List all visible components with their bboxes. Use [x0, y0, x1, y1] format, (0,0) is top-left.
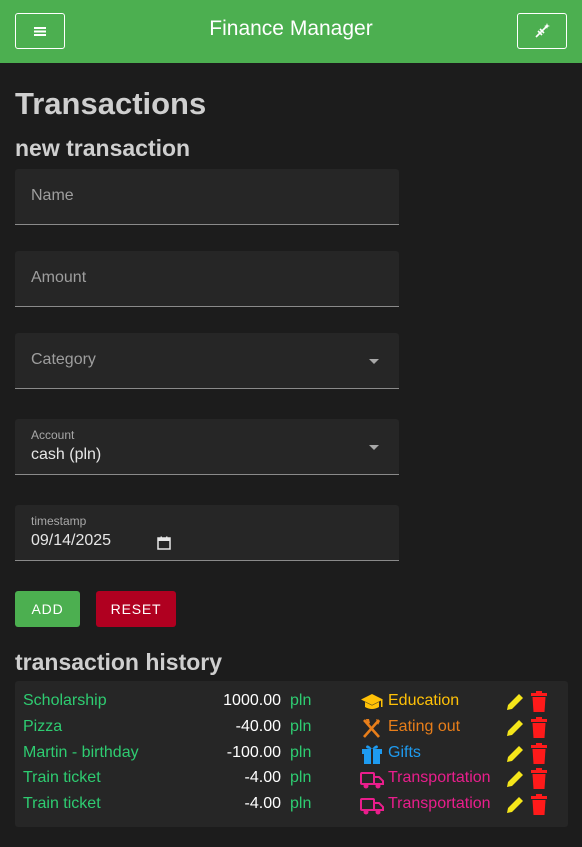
transaction-name: Pizza [23, 718, 63, 735]
transaction-name: Martin - birthday [23, 744, 139, 761]
amount-field[interactable]: Amount [15, 251, 399, 307]
transaction-history-list: Scholarship 1000.00 pln Education Pizza … [15, 681, 568, 827]
account-value: cash (pln) [31, 446, 102, 463]
transaction-history-heading: transaction history [15, 649, 223, 675]
edit-icon[interactable] [504, 691, 526, 713]
new-transaction-heading: new transaction [15, 135, 191, 161]
transaction-currency: pln [290, 744, 312, 761]
timestamp-field[interactable]: timestamp 09/14/2025 [15, 505, 399, 561]
edit-icon[interactable] [504, 743, 526, 765]
theme-toggle-icon [535, 23, 550, 38]
transaction-row: Train ticket -4.00 pln Transportation [15, 766, 568, 792]
truck-icon [360, 798, 384, 815]
transaction-name: Train ticket [23, 769, 101, 786]
edit-icon[interactable] [504, 768, 526, 790]
transaction-row: Pizza -40.00 pln Eating out [15, 715, 568, 741]
transaction-row: Train ticket -4.00 pln Transportation [15, 792, 568, 818]
calendar-icon[interactable] [157, 536, 171, 550]
transaction-amount: -4.00 [244, 795, 281, 812]
transaction-currency: pln [290, 692, 312, 709]
account-select[interactable]: Account cash (pln) [15, 419, 399, 475]
transaction-category: Education [388, 692, 460, 709]
chevron-down-icon [369, 445, 379, 450]
transaction-row: Martin - birthday -100.00 pln Gifts [15, 741, 568, 767]
category-placeholder: Category [31, 351, 96, 368]
category-select[interactable]: Category [15, 333, 399, 389]
account-label: Account [31, 428, 75, 442]
amount-placeholder: Amount [31, 269, 87, 286]
edit-icon[interactable] [504, 717, 526, 739]
delete-icon[interactable] [528, 742, 550, 766]
transaction-category: Eating out [388, 718, 461, 735]
transaction-category: Transportation [388, 795, 491, 812]
timestamp-label: timestamp [31, 514, 87, 528]
add-button[interactable]: ADD [15, 591, 80, 627]
transaction-amount: -40.00 [235, 718, 281, 735]
app-title: Finance Manager [209, 17, 373, 40]
fork-knife-icon [363, 719, 380, 738]
transaction-name: Scholarship [23, 692, 107, 709]
transaction-name: Train ticket [23, 795, 101, 812]
transaction-row: Scholarship 1000.00 pln Education [15, 689, 568, 715]
page-title: Transactions [15, 86, 207, 121]
transaction-category: Gifts [388, 744, 421, 761]
delete-icon[interactable] [528, 716, 550, 740]
delete-icon[interactable] [528, 793, 550, 817]
transaction-currency: pln [290, 718, 312, 735]
edit-icon[interactable] [504, 794, 526, 816]
delete-icon[interactable] [528, 767, 550, 791]
transaction-amount: 1000.00 [223, 692, 281, 709]
timestamp-value: 09/14/2025 [31, 532, 112, 549]
education-icon [361, 694, 383, 709]
gift-icon [362, 745, 382, 764]
name-field[interactable]: Name [15, 169, 399, 225]
chevron-down-icon [369, 359, 379, 364]
delete-icon[interactable] [528, 690, 550, 714]
transaction-currency: pln [290, 795, 312, 812]
app-bar: Finance Manager [0, 0, 582, 63]
transaction-currency: pln [290, 769, 312, 786]
theme-toggle-button[interactable] [517, 13, 567, 49]
name-placeholder: Name [31, 187, 74, 204]
truck-icon [360, 772, 384, 789]
reset-button[interactable]: RESET [96, 591, 176, 627]
transaction-amount: -100.00 [226, 744, 281, 761]
transaction-category: Transportation [388, 769, 491, 786]
transaction-amount: -4.00 [244, 769, 281, 786]
